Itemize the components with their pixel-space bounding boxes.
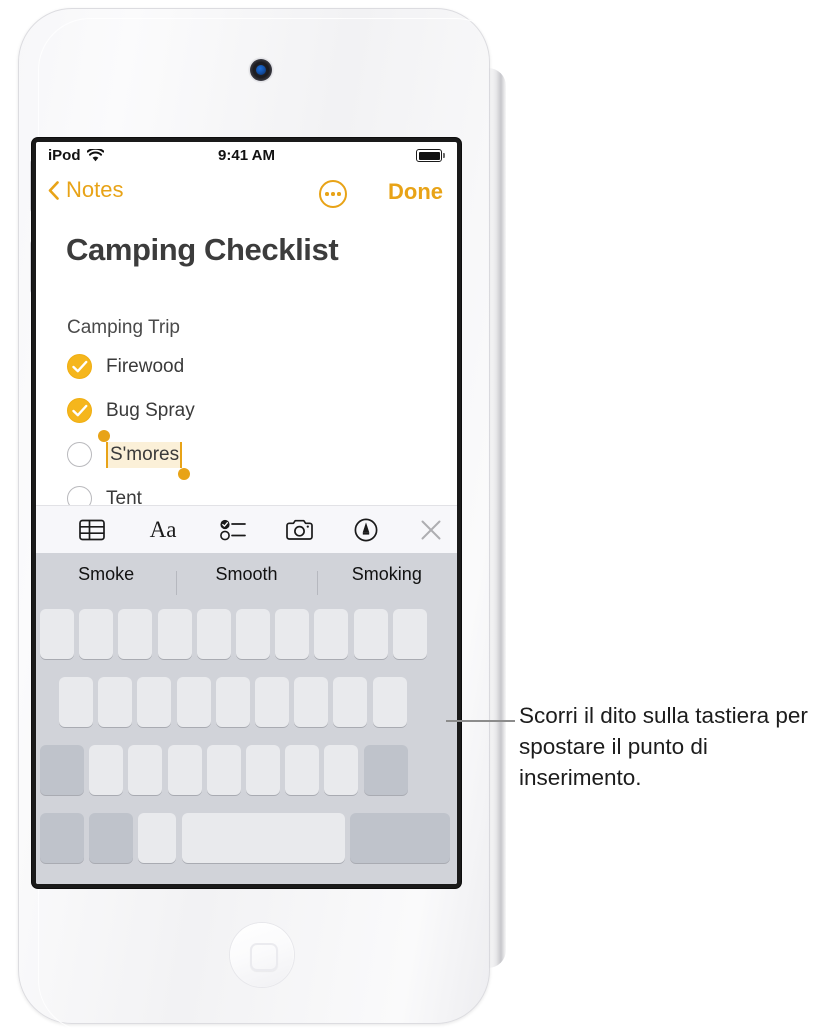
home-button[interactable] [230, 923, 294, 987]
table-glyph [79, 519, 105, 541]
keyboard-key[interactable] [324, 745, 359, 795]
spacebar-key[interactable] [181, 813, 345, 863]
back-to-notes-button[interactable]: Notes [48, 177, 123, 203]
keyboard-key[interactable] [314, 609, 349, 659]
status-bar-time: 9:41 AM [218, 147, 275, 164]
screen: iPod 9:41 AM Notes Done Camping Checklis… [36, 142, 457, 884]
format-icon[interactable]: Aa [148, 516, 178, 544]
close-glyph [421, 520, 441, 540]
keyboard-key[interactable] [275, 609, 310, 659]
battery-fill [418, 151, 440, 160]
status-bar: iPod 9:41 AM [36, 142, 457, 170]
keyboard-key[interactable] [138, 813, 177, 863]
checklist-item-label: Firewood [106, 355, 185, 377]
keyboard-key[interactable] [215, 677, 250, 727]
chevron-left-icon [48, 180, 59, 200]
status-bar-right [416, 149, 445, 162]
checklist-item-selected[interactable]: S'mores [67, 429, 191, 480]
done-button[interactable]: Done [388, 179, 443, 205]
table-icon[interactable] [77, 516, 107, 544]
ellipsis-dot [331, 192, 335, 196]
keyboard-key[interactable] [206, 745, 241, 795]
checklist-item-label: Bug Spray [106, 399, 195, 421]
return-key[interactable] [349, 813, 450, 863]
checklist-glyph [220, 519, 246, 541]
keyboard-key[interactable] [40, 609, 74, 659]
ellipsis-dot [337, 192, 341, 196]
suggestion-item[interactable]: Smooth [176, 564, 316, 595]
back-label: Notes [66, 177, 124, 202]
on-screen-keyboard[interactable] [36, 595, 457, 884]
keyboard-key[interactable] [167, 745, 202, 795]
keyboard-key[interactable] [255, 677, 289, 727]
keyboard-key[interactable] [176, 677, 211, 727]
front-camera-icon [250, 59, 272, 81]
keyboard-key[interactable] [392, 609, 427, 659]
keyboard-key[interactable] [98, 677, 133, 727]
ellipsis-dot [325, 192, 329, 196]
checkmark-icon [72, 404, 88, 417]
note-subtitle: Camping Trip [67, 317, 180, 338]
checkbox-unchecked-icon[interactable] [67, 442, 92, 467]
keyboard-key[interactable] [59, 677, 93, 727]
camera-glyph [286, 519, 313, 540]
keyboard-key[interactable] [137, 677, 172, 727]
battery-cap [443, 153, 445, 158]
keyboard-key[interactable] [89, 813, 134, 863]
callout-leader-line [446, 720, 515, 722]
selection-handle-end[interactable] [178, 467, 191, 480]
selection-handle-start[interactable] [98, 429, 110, 442]
callout-text: Scorri il dito sulla tastiera per sposta… [519, 703, 808, 790]
keyboard-key[interactable] [118, 609, 153, 659]
keyboard-key[interactable] [353, 609, 388, 659]
checklist-item[interactable]: Bug Spray [67, 398, 195, 423]
keyboard-suggestion-bar: Smoke Smooth Smoking [36, 553, 457, 595]
keyboard-key[interactable] [40, 745, 84, 795]
keyboard-key[interactable] [246, 745, 280, 795]
keyboard-key[interactable] [372, 677, 407, 727]
keyboard-key[interactable] [40, 813, 84, 863]
keyboard-key[interactable] [285, 745, 320, 795]
close-icon[interactable] [416, 516, 446, 544]
nav-bar: Notes Done [36, 174, 457, 216]
ellipsis-circle-icon[interactable] [319, 180, 347, 208]
camera-icon[interactable] [285, 516, 315, 544]
checkbox-checked-icon[interactable] [67, 398, 92, 423]
keyboard-key[interactable] [363, 745, 408, 795]
checklist-item[interactable]: Firewood [67, 354, 184, 379]
keyboard-key[interactable] [79, 609, 114, 659]
home-square-icon [250, 943, 278, 971]
selected-text[interactable]: S'mores [106, 441, 183, 468]
keyboard-key[interactable] [333, 677, 368, 727]
suggestion-item[interactable]: Smoke [36, 564, 176, 585]
keyboard-key[interactable] [196, 609, 231, 659]
text-selection[interactable]: S'mores [98, 429, 191, 480]
keyboard-key[interactable] [236, 609, 270, 659]
markup-icon[interactable] [351, 516, 381, 544]
markup-glyph [354, 518, 378, 542]
format-label: Aa [149, 517, 177, 542]
checklist-icon[interactable] [218, 516, 248, 544]
camera-lens-icon [256, 65, 266, 75]
device-right-rim [488, 68, 506, 968]
keyboard-key[interactable] [294, 677, 329, 727]
battery-full-icon [416, 149, 442, 162]
suggestion-item[interactable]: Smoking [316, 564, 457, 595]
note-title: Camping Checklist [66, 232, 339, 267]
note-editing-toolbar: Aa [36, 505, 457, 554]
keyboard-key[interactable] [128, 745, 163, 795]
checkmark-icon [72, 360, 88, 373]
checkbox-checked-icon[interactable] [67, 354, 92, 379]
keyboard-key[interactable] [157, 609, 192, 659]
keyboard-key[interactable] [89, 745, 124, 795]
